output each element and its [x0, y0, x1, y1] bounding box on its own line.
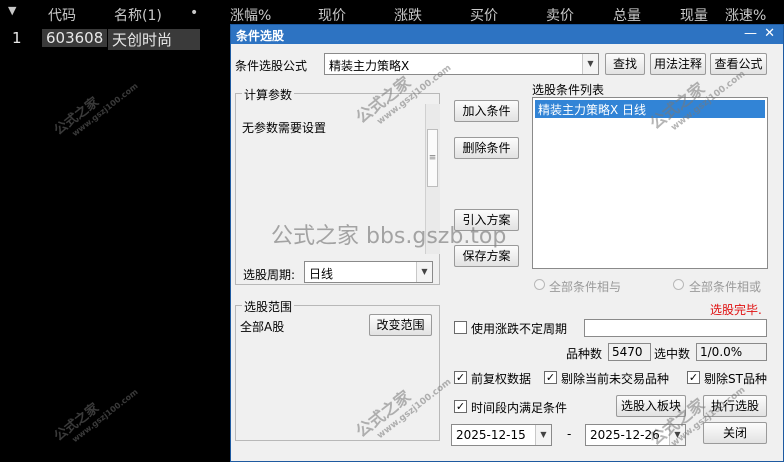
change-range-button[interactable]: 改变范围 [369, 314, 432, 336]
period-select[interactable]: 日线 ▼ [304, 261, 433, 283]
date-separator: - [567, 427, 572, 441]
exclude-st-checkbox[interactable]: ✓ [687, 371, 700, 384]
radio-and-label: 全部条件相与 [549, 280, 622, 294]
time-range-checkbox[interactable]: ✓ [454, 400, 467, 413]
range-value: 全部A股 [240, 320, 285, 334]
close-button[interactable]: 关闭 [703, 422, 767, 444]
col-change-pct[interactable]: 涨幅% [230, 5, 271, 25]
dialog-title: 条件选股 [236, 29, 285, 43]
condition-list-label: 选股条件列表 [532, 83, 605, 97]
col-price[interactable]: 现价 [318, 5, 346, 25]
find-button[interactable]: 查找 [605, 53, 645, 75]
fq-checkbox[interactable]: ✓ [454, 371, 467, 384]
row-code: 603608 [42, 29, 108, 47]
sort-dropdown-icon[interactable]: ▼ [8, 4, 16, 17]
center-watermark: 公式之家 bbs.gszb.top [271, 224, 507, 249]
col-cur-volume[interactable]: 现量 [680, 5, 708, 25]
params-title: 计算参数 [242, 86, 295, 103]
period-value: 日线 [309, 267, 334, 281]
watermark: 公式之家 www.gszj100.com [51, 81, 140, 139]
status-text: 选股完毕. [710, 303, 762, 317]
chevron-down-icon[interactable]: ▼ [535, 425, 551, 445]
scroll-thumb[interactable]: ≡ [427, 129, 438, 187]
exclude-untraded-checkbox[interactable]: ✓ [544, 371, 557, 384]
row-index: 1 [12, 29, 22, 47]
row-name: 天创时尚 [108, 29, 200, 50]
col-dot: • [190, 5, 199, 21]
count-value: 5470 [608, 343, 651, 361]
chevron-down-icon[interactable]: ▼ [416, 262, 432, 282]
time-range-label: 时间段内满足条件 [471, 401, 568, 415]
exclude-untraded-label: 剔除当前未交易品种 [561, 372, 670, 386]
radio-or[interactable] [673, 279, 684, 290]
radio-and[interactable] [534, 279, 545, 290]
range-period-input[interactable] [584, 319, 767, 337]
chevron-down-icon[interactable]: ▼ [582, 54, 598, 74]
screen: ▼ 代码 名称(1) • 涨幅% 现价 涨跌 买价 卖价 总量 现量 涨速% 1… [0, 0, 784, 462]
period-label: 选股周期: [243, 268, 296, 282]
col-bid[interactable]: 买价 [470, 5, 498, 25]
formula-label: 条件选股公式 [235, 59, 308, 73]
add-condition-button[interactable]: 加入条件 [454, 100, 519, 122]
stock-table-header: ▼ 代码 名称(1) • 涨幅% 现价 涨跌 买价 卖价 总量 现量 涨速% [0, 0, 784, 24]
col-code[interactable]: 代码 [48, 5, 76, 25]
selected-label: 选中数 [654, 347, 691, 361]
col-volume[interactable]: 总量 [613, 5, 641, 25]
use-range-label: 使用涨跌不定周期 [471, 322, 568, 336]
date-from-value: 2025-12-15 [456, 428, 526, 442]
range-title: 选股范围 [242, 298, 295, 315]
formula-select[interactable]: 精装主力策略X ▼ [324, 53, 599, 75]
col-speed[interactable]: 涨速% [725, 5, 766, 25]
fq-label: 前复权数据 [471, 372, 532, 386]
count-label: 品种数 [566, 347, 603, 361]
selected-value: 1/0.0% [696, 343, 767, 361]
close-icon[interactable]: ✕ [764, 26, 775, 41]
watermark: 公式之家 www.gszj100.com [51, 387, 140, 445]
minimize-icon[interactable]: — [744, 26, 757, 41]
col-ask[interactable]: 卖价 [546, 5, 574, 25]
radio-or-label: 全部条件相或 [689, 280, 762, 294]
col-change[interactable]: 涨跌 [394, 5, 422, 25]
stock-filter-dialog: 条件选股 — ✕ 条件选股公式 精装主力策略X ▼ 查找 用法注释 查看公式 计… [230, 24, 784, 462]
date-from-picker[interactable]: 2025-12-15 ▼ [451, 424, 552, 446]
delete-condition-button[interactable]: 删除条件 [454, 137, 519, 159]
col-name[interactable]: 名称(1) [114, 5, 162, 25]
dialog-titlebar[interactable]: 条件选股 — ✕ [231, 25, 783, 44]
use-range-checkbox[interactable] [454, 321, 467, 334]
params-text: 无参数需要设置 [242, 121, 327, 135]
params-group: 计算参数 无参数需要设置 ≡ 选股周期: 日线 ▼ [235, 86, 440, 285]
range-group: 选股范围 全部A股 改变范围 [235, 298, 440, 441]
